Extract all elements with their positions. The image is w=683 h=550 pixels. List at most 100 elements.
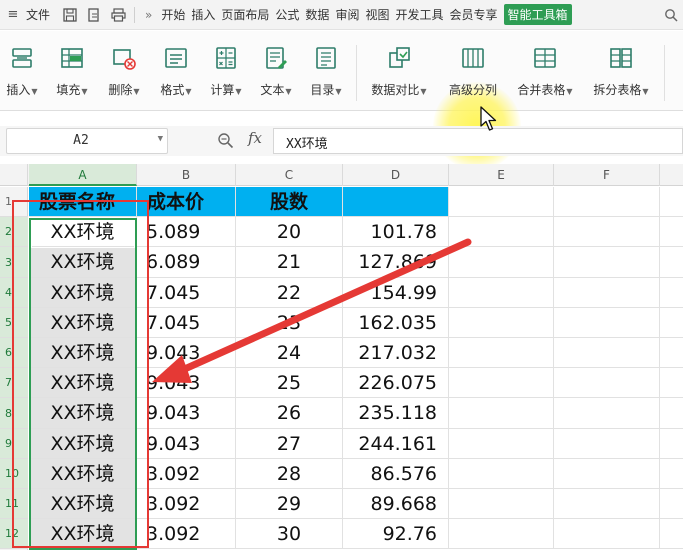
name-box-dropdown-icon[interactable]: ▼ [158, 134, 163, 144]
row-header[interactable]: 9 [0, 429, 28, 459]
insert-function-icon[interactable]: fx [248, 129, 262, 147]
cell-f5[interactable] [554, 308, 660, 338]
cell-f3[interactable] [554, 247, 660, 278]
cell-b6[interactable]: 9.043 [137, 338, 236, 368]
cell-g1[interactable] [660, 187, 683, 217]
cell-e6[interactable] [449, 338, 554, 368]
cell-f1[interactable] [554, 187, 660, 217]
cell-g6[interactable] [660, 338, 683, 368]
cell-f8[interactable] [554, 398, 660, 429]
cell-g7[interactable] [660, 368, 683, 398]
cell-c2[interactable]: 20 [236, 217, 343, 247]
row-header[interactable]: 11 [0, 489, 28, 519]
row-header[interactable]: 1 [0, 187, 28, 217]
cell-d3[interactable]: 127.869 [343, 247, 449, 278]
cell-a10[interactable]: XX环境 [29, 459, 137, 489]
cell-e4[interactable] [449, 278, 554, 308]
cell-a6[interactable]: XX环境 [29, 338, 137, 368]
cell-b9[interactable]: 9.043 [137, 429, 236, 459]
row-header[interactable]: 3 [0, 247, 28, 278]
cell-e8[interactable] [449, 398, 554, 429]
cell-a12[interactable]: XX环境 [29, 519, 137, 549]
cell-a11[interactable]: XX环境 [29, 489, 137, 519]
tab-member[interactable]: 会员专享 [449, 6, 497, 23]
cell-d9[interactable]: 244.161 [343, 429, 449, 459]
row-header[interactable]: 7 [0, 368, 28, 398]
column-header-c[interactable]: C [236, 164, 343, 186]
cell-c3[interactable]: 21 [236, 247, 343, 278]
cell-a1[interactable]: 股票名称 [29, 187, 137, 217]
cell-d1[interactable] [343, 187, 449, 217]
column-header-a[interactable]: A [29, 164, 137, 186]
text-button[interactable]: 文本▼ [256, 45, 296, 98]
cell-b1[interactable]: 成本价 [137, 187, 236, 217]
cell-g8[interactable] [660, 398, 683, 429]
row-header[interactable]: 10 [0, 459, 28, 489]
cell-d8[interactable]: 235.118 [343, 398, 449, 429]
cell-g9[interactable] [660, 429, 683, 459]
export-pdf-icon[interactable] [84, 6, 104, 24]
cell-g3[interactable] [660, 247, 683, 278]
cell-c6[interactable]: 24 [236, 338, 343, 368]
more-commands-icon[interactable]: » [145, 8, 152, 22]
cell-g10[interactable] [660, 459, 683, 489]
cell-e5[interactable] [449, 308, 554, 338]
cell-c4[interactable]: 22 [236, 278, 343, 308]
cell-f11[interactable] [554, 489, 660, 519]
cell-c10[interactable]: 28 [236, 459, 343, 489]
column-header-e[interactable]: E [449, 164, 554, 186]
cell-b3[interactable]: 6.089 [137, 247, 236, 278]
cell-c1[interactable]: 股数 [236, 187, 343, 217]
cell-c7[interactable]: 25 [236, 368, 343, 398]
search-icon[interactable] [661, 6, 681, 24]
cell-e12[interactable] [449, 519, 554, 549]
cell-c8[interactable]: 26 [236, 398, 343, 429]
cell-a4[interactable]: XX环境 [29, 278, 137, 308]
row-header[interactable]: 8 [0, 398, 28, 429]
cell-e1[interactable] [449, 187, 554, 217]
tab-page-layout[interactable]: 页面布局 [221, 6, 269, 23]
split-table-button[interactable]: 拆分表格▼ [588, 45, 654, 98]
cell-f7[interactable] [554, 368, 660, 398]
cell-b11[interactable]: 3.092 [137, 489, 236, 519]
name-box[interactable]: A2 ▼ [6, 128, 168, 154]
cell-d2[interactable]: 101.78 [343, 217, 449, 247]
save-icon[interactable] [60, 6, 80, 24]
tab-formulas[interactable]: 公式 [275, 6, 299, 23]
tab-view[interactable]: 视图 [365, 6, 389, 23]
select-all-corner[interactable] [0, 164, 28, 186]
print-icon[interactable] [108, 6, 128, 24]
cell-b10[interactable]: 3.092 [137, 459, 236, 489]
cell-b4[interactable]: 7.045 [137, 278, 236, 308]
cell-g4[interactable] [660, 278, 683, 308]
row-header[interactable]: 12 [0, 519, 28, 549]
cell-a5[interactable]: XX环境 [29, 308, 137, 338]
cell-f10[interactable] [554, 459, 660, 489]
cell-e3[interactable] [449, 247, 554, 278]
tab-home[interactable]: 开始 [161, 6, 185, 23]
cell-b8[interactable]: 9.043 [137, 398, 236, 429]
formula-input[interactable]: XX环境 [273, 128, 683, 154]
cell-d10[interactable]: 86.576 [343, 459, 449, 489]
merge-tables-button[interactable]: 合并表格▼ [512, 45, 578, 98]
zoom-lookup-icon[interactable] [217, 132, 234, 153]
tab-developer[interactable]: 开发工具 [395, 6, 443, 23]
column-header-b[interactable]: B [137, 164, 236, 186]
data-compare-button[interactable]: 数据对比▼ [366, 45, 432, 98]
cell-c11[interactable]: 29 [236, 489, 343, 519]
cell-g12[interactable] [660, 519, 683, 549]
cell-f2[interactable] [554, 217, 660, 247]
cell-d12[interactable]: 92.76 [343, 519, 449, 549]
cell-d5[interactable]: 162.035 [343, 308, 449, 338]
cell-d11[interactable]: 89.668 [343, 489, 449, 519]
row-header[interactable]: 5 [0, 308, 28, 338]
cell-g2[interactable] [660, 217, 683, 247]
column-header-g[interactable] [660, 164, 683, 186]
cell-c12[interactable]: 30 [236, 519, 343, 549]
cell-g5[interactable] [660, 308, 683, 338]
cell-e2[interactable] [449, 217, 554, 247]
cell-e11[interactable] [449, 489, 554, 519]
cell-g11[interactable] [660, 489, 683, 519]
row-header[interactable]: 2 [0, 217, 28, 247]
calculate-button[interactable]: 计算▼ [206, 45, 246, 98]
